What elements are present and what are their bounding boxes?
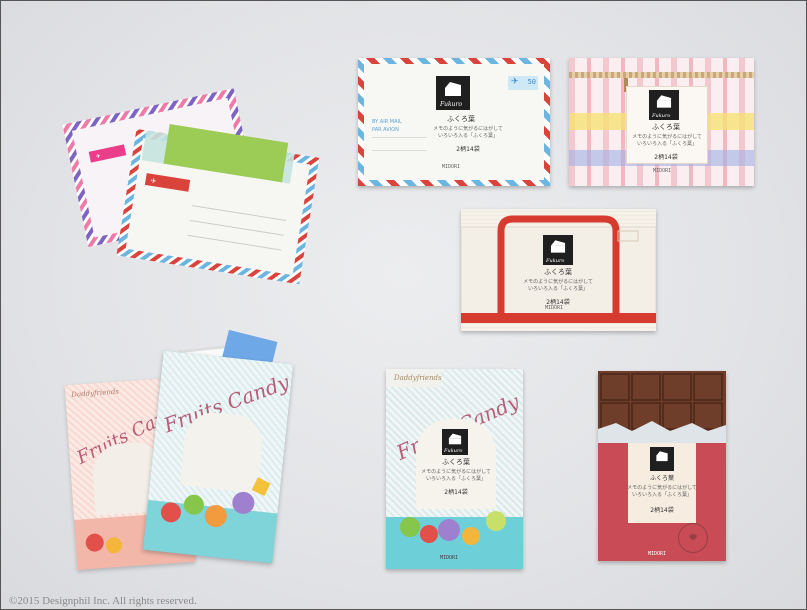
airmail-address: BY AIR MAIL PAR AVION — [372, 119, 402, 133]
copyright-notice: ©2015 Designphil Inc. All rights reserve… — [9, 595, 197, 607]
chocolate-package: ふくろ葉 メモのように気がるにはがして いろいろ入る「ふくろ葉」 2柄14袋 M… — [598, 371, 726, 561]
fukuro-logo: Fukuro — [442, 429, 468, 455]
tote-bag-package: Fukuro ふくろ葉 メモのように気がるにはがして いろいろ入る「ふくろ葉」 … — [461, 209, 656, 331]
fukuro-logo: Fukuro — [543, 235, 573, 265]
candy-pair-photo: Daddyfriends Fruits Candy Fruits Candy — [64, 321, 306, 571]
seal-icon — [678, 523, 708, 553]
candy-box-package: Daddyfriends Fruits Candy Fukuro ふくろ葉 メモ… — [386, 369, 523, 569]
candy-box-teal: Fruits Candy — [142, 350, 294, 564]
zipper-icon — [569, 72, 754, 78]
product-name-jp: ふくろ葉 — [447, 115, 475, 123]
fukuro-logo: Fukuro — [436, 76, 470, 110]
fukuro-logo — [650, 447, 674, 471]
airmail-envelopes-photo: ✈ ✈ — [62, 88, 320, 285]
fukuro-logo: Fukuro — [649, 90, 679, 120]
airmail-package: 50 ✈ Fukuro ふくろ葉 メモのように気がるにはがして いろいろ入る「ふ… — [358, 58, 550, 186]
airmail-envelope-front: ✈ — [116, 124, 320, 285]
photo-canvas: ✈ ✈ 50 ✈ Fukuro ふくろ葉 メモのように気がるにはがして いろいろ… — [0, 0, 807, 610]
plaid-pouch-package: Fukuro ふくろ葉 メモのように気がるにはがして いろいろ入る「ふくろ葉」 … — [569, 58, 754, 186]
stamp-icon: 50 ✈ — [508, 76, 538, 90]
